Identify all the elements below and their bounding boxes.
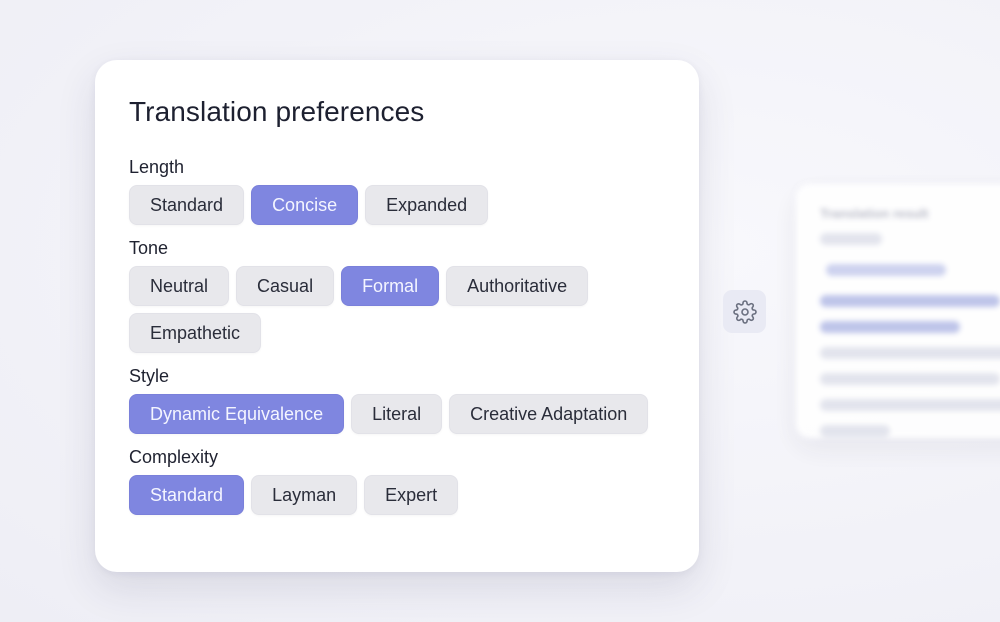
style-option-creative-adaptation[interactable]: Creative Adaptation: [449, 394, 649, 434]
tone-option-formal[interactable]: Formal: [341, 266, 440, 306]
tone-option-empathetic[interactable]: Empathetic: [129, 313, 262, 353]
tone-option-authoritative[interactable]: Authoritative: [446, 266, 589, 306]
blurred-highlight: [826, 264, 946, 276]
translation-result-preview: Translation result: [796, 184, 1000, 438]
blurred-text-line: [820, 399, 1000, 411]
gear-icon: [732, 299, 757, 324]
blurred-highlight: [820, 295, 1000, 307]
tone-group: Tone Neutral Casual Formal Authoritative…: [129, 237, 665, 353]
tone-label: Tone: [129, 238, 169, 258]
length-label: Length: [129, 157, 185, 177]
complexity-label: Complexity: [129, 447, 219, 467]
complexity-options: Standard Layman Expert: [129, 475, 649, 515]
blurred-text-line: [820, 233, 882, 245]
result-title: Translation result: [820, 206, 929, 221]
blurred-highlight: [820, 321, 960, 333]
complexity-option-layman[interactable]: Layman: [251, 475, 358, 515]
tone-option-neutral[interactable]: Neutral: [129, 266, 230, 306]
complexity-option-standard[interactable]: Standard: [129, 475, 245, 515]
length-options: Standard Concise Expanded: [129, 185, 649, 225]
style-label: Style: [129, 366, 170, 386]
settings-button[interactable]: [723, 290, 766, 333]
complexity-option-expert[interactable]: Expert: [364, 475, 459, 515]
blurred-text-line: [820, 347, 1000, 359]
length-option-concise[interactable]: Concise: [251, 185, 359, 225]
tone-options: Neutral Casual Formal Authoritative Empa…: [129, 266, 649, 353]
complexity-group: Complexity Standard Layman Expert: [129, 446, 665, 515]
blurred-text-line: [820, 373, 1000, 385]
panel-title: Translation preferences: [129, 96, 425, 127]
style-options: Dynamic Equivalence Literal Creative Ada…: [129, 394, 649, 434]
blurred-text-line: [820, 425, 890, 437]
style-option-dynamic-equivalence[interactable]: Dynamic Equivalence: [129, 394, 345, 434]
translation-preferences-panel: Translation preferences Length Standard …: [95, 60, 699, 572]
tone-option-casual[interactable]: Casual: [236, 266, 335, 306]
style-option-literal[interactable]: Literal: [351, 394, 443, 434]
length-option-expanded[interactable]: Expanded: [365, 185, 489, 225]
length-group: Length Standard Concise Expanded: [129, 156, 665, 225]
style-group: Style Dynamic Equivalence Literal Creati…: [129, 365, 665, 434]
length-option-standard[interactable]: Standard: [129, 185, 245, 225]
